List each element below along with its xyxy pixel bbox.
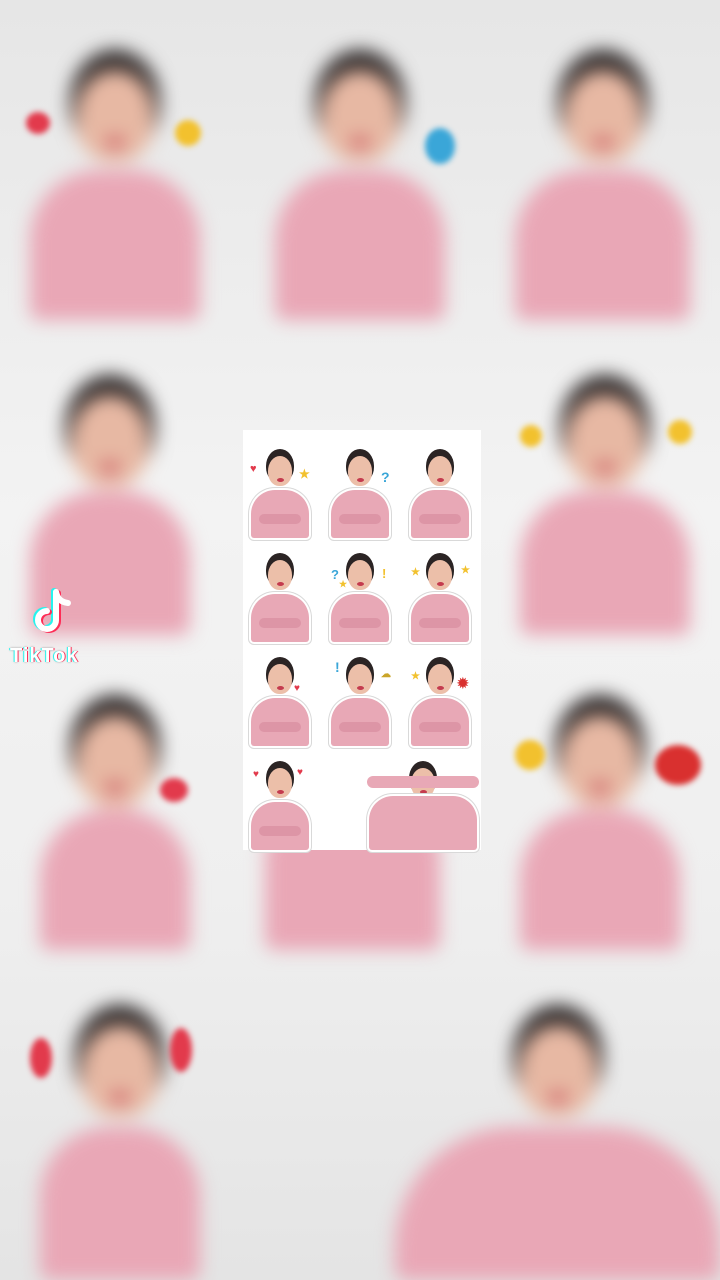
- sticker-pose-flexing-arms: [367, 762, 479, 850]
- heart-icon: [26, 112, 50, 134]
- background-figure: [395, 1025, 720, 1280]
- sticker-pose-blowing-kiss: [249, 554, 311, 642]
- heart-icon: ♥: [294, 683, 300, 694]
- background-figure: [40, 715, 190, 950]
- background-figure: [30, 70, 200, 320]
- heart-icon: [160, 778, 188, 802]
- star-icon: [515, 740, 545, 770]
- sticker-sheet: ♥ ★ ? ? ★ ! ★ ★ ♥ ! ☁ ★ ✹ ♥ ♥: [243, 430, 481, 850]
- sticker-pose-hands-on-cheeks: [249, 450, 311, 538]
- star-icon: ★: [299, 467, 310, 481]
- star-icon: [668, 420, 692, 444]
- exclamation-icon: !: [382, 566, 387, 581]
- star-icon: [175, 120, 201, 146]
- background-figure: [520, 395, 690, 635]
- heart-icon: ♥: [253, 769, 259, 780]
- sticker-pose-arms-crossed: [329, 450, 391, 538]
- star-icon: ★: [411, 567, 420, 578]
- question-mark-icon: [425, 128, 455, 164]
- star-icon: ★: [339, 579, 348, 589]
- question-mark-icon: ?: [381, 469, 390, 485]
- pow-burst-icon: [655, 745, 701, 785]
- star-icon: [520, 425, 542, 447]
- pow-burst-icon: ✹: [457, 675, 469, 691]
- background-figure: [275, 70, 445, 320]
- star-icon: ★: [411, 671, 420, 682]
- sticker-pose-smiling-arms-crossed: [409, 450, 471, 538]
- exclamation-icon: !: [335, 659, 340, 675]
- thought-bubble-icon: ☁: [381, 669, 391, 680]
- tiktok-watermark-text: TikTok: [10, 645, 79, 667]
- heart-icon: [170, 1028, 192, 1072]
- heart-icon: [30, 1038, 52, 1078]
- sticker-pose-hands-on-chest: [249, 658, 311, 746]
- star-icon: ★: [461, 565, 470, 576]
- background-figure: [515, 70, 690, 320]
- heart-icon: ♥: [297, 767, 303, 778]
- question-mark-icon: ?: [331, 567, 339, 582]
- heart-icon: ♥: [250, 463, 257, 475]
- tiktok-note-icon: [33, 588, 71, 633]
